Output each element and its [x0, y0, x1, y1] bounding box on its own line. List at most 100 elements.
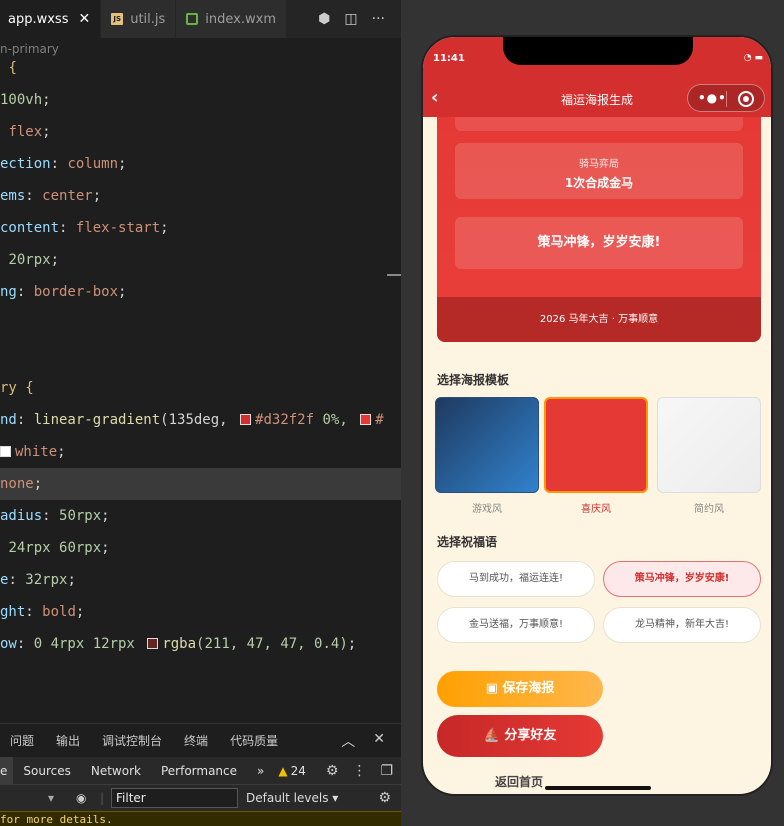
code-token: center	[42, 188, 93, 204]
code-token: (211, 47, 47, 0.4)	[196, 636, 348, 652]
blessing-option[interactable]: 金马送福，万事顺意!	[437, 607, 595, 643]
screen: app.wxss ✕ JS util.js index.wxm ⬢ ◫ ··· …	[0, 0, 784, 826]
tab-network[interactable]: Network	[81, 757, 151, 785]
tab-output[interactable]: 输出	[56, 732, 80, 749]
save-poster-button[interactable]: ▣ 保存海报	[437, 671, 603, 707]
code-line: 100vh;	[0, 92, 51, 108]
template-simple[interactable]	[657, 397, 761, 493]
code-token: none	[0, 476, 34, 492]
template-label: 游戏风	[472, 504, 502, 515]
poster-card-title: 1次合成金马	[564, 176, 634, 190]
chevron-up-icon[interactable]: ︿	[341, 731, 355, 751]
code-line: ow: 0 4rpx 12rpx rgba(211, 47, 47, 0.4);	[0, 636, 357, 652]
filter-input[interactable]: Filter	[111, 788, 238, 808]
color-swatch[interactable]	[147, 638, 159, 649]
poster-preview: 骑马弈局 1次合成金马 策马冲锋，岁岁安康! 2026 马年大吉 · 万事顺意	[437, 117, 761, 342]
gear-icon[interactable]: ⚙	[378, 790, 391, 806]
js-file-icon: JS	[111, 13, 124, 25]
share-icon: ⛵	[483, 728, 505, 743]
battery-icon: ◔ ▬	[743, 53, 763, 63]
close-icon[interactable]: ✕	[78, 11, 90, 27]
eye-icon[interactable]: ◉	[76, 791, 86, 805]
code-token: adius	[0, 508, 43, 524]
poster-card-partial	[455, 117, 743, 131]
code-token: #d32f2f	[255, 412, 315, 428]
simulator: 11:41 ◔ ▬ ‹ 福运海报生成 •●• 骑马弈局 1次合成金马 策马冲锋，…	[401, 0, 784, 826]
scrollbar-marker[interactable]	[387, 274, 401, 276]
editor-actions: ⬢ ◫ ···	[318, 0, 385, 38]
code-line: ght: bold;	[0, 604, 85, 620]
blessing-option[interactable]: 马到成功，福运连连!	[437, 561, 595, 597]
more-tabs-icon[interactable]: »	[247, 757, 274, 785]
console-warning-line: for more details.	[0, 811, 401, 826]
split-editor-icon[interactable]: ◫	[344, 11, 357, 27]
tab-problems[interactable]: 问题	[10, 732, 34, 749]
code-area[interactable]: { 100vh; flex; ection: column; ems: cent…	[0, 52, 401, 660]
code-line: adius: 50rpx;	[0, 508, 110, 524]
color-swatch[interactable]	[240, 414, 252, 425]
code-token: #	[375, 412, 384, 428]
notch	[503, 37, 693, 65]
wxml-file-icon	[186, 13, 199, 25]
tab-index-wxml[interactable]: index.wxm	[176, 0, 287, 38]
more-icon[interactable]: ···	[372, 11, 385, 27]
code-token: ems	[0, 188, 26, 204]
code-editor: app.wxss ✕ JS util.js index.wxm ⬢ ◫ ··· …	[0, 0, 401, 826]
status-bar: 11:41 ◔ ▬	[423, 37, 771, 81]
tab-label: util.js	[130, 11, 166, 27]
code-token: {	[8, 60, 17, 76]
poster-blessing-card: 策马冲锋，岁岁安康!	[455, 217, 743, 269]
blessing-option[interactable]: 龙马精神，新年大吉!	[603, 607, 761, 643]
tab-app-wxss[interactable]: app.wxss ✕	[0, 0, 102, 38]
template-festive[interactable]	[544, 397, 648, 493]
tab-sources[interactable]: Sources	[13, 757, 80, 785]
code-token: 0 4rpx 12rpx	[33, 636, 135, 652]
undock-icon[interactable]: ❐	[380, 763, 393, 779]
share-button[interactable]: ⛵ 分享好友	[437, 715, 603, 757]
panel-actions: ︿ ✕	[341, 731, 385, 751]
tab-util-js[interactable]: JS util.js	[101, 0, 177, 38]
code-token: rgba	[162, 636, 197, 652]
tab-performance[interactable]: Performance	[151, 757, 247, 785]
kebab-icon[interactable]: ⋮	[352, 763, 366, 779]
tab-console[interactable]: e	[0, 756, 14, 785]
tab-debug-console[interactable]: 调试控制台	[102, 732, 162, 749]
poster-footer: 2026 马年大吉 · 万事顺意	[437, 297, 761, 342]
blessing-section-title: 选择祝福语	[437, 535, 498, 549]
color-swatch[interactable]	[0, 446, 11, 457]
tab-terminal[interactable]: 终端	[184, 732, 208, 749]
divider	[726, 91, 727, 107]
template-game[interactable]	[435, 397, 539, 493]
log-levels-dropdown[interactable]: Default levels ▾	[246, 785, 338, 811]
close-icon[interactable]: ✕	[373, 731, 385, 751]
code-line: 24rpx 60rpx;	[8, 540, 110, 556]
code-token: flex	[8, 124, 43, 140]
close-miniprogram-icon[interactable]	[738, 91, 754, 107]
code-token: ry {	[0, 380, 34, 396]
preview-icon[interactable]: ⬢	[318, 11, 330, 27]
devtools-tabbar: e Sources Network Performance » ▲ 24 ⚙ ⋮…	[0, 756, 401, 785]
code-line: content: flex-start;	[0, 220, 169, 236]
code-token: 100vh	[0, 92, 43, 108]
code-line: 20rpx;	[8, 252, 60, 268]
template-label-selected: 喜庆风	[581, 504, 611, 515]
back-home-link[interactable]: 返回首页	[495, 773, 543, 790]
color-swatch[interactable]	[360, 414, 372, 425]
code-line: ection: column;	[0, 156, 127, 172]
code-token: content	[0, 220, 60, 236]
warning-icon[interactable]: ▲	[278, 764, 287, 778]
code-line: white;	[0, 436, 401, 468]
tab-label: index.wxm	[205, 11, 276, 27]
template-label: 简约风	[694, 504, 724, 515]
phone-frame: 11:41 ◔ ▬ ‹ 福运海报生成 •●• 骑马弈局 1次合成金马 策马冲锋，…	[421, 35, 773, 796]
menu-capsule: •●•	[687, 84, 765, 112]
more-dots-icon[interactable]: •●•	[698, 91, 727, 105]
code-line: ems: center;	[0, 188, 102, 204]
blessing-option-selected[interactable]: 策马冲锋，岁岁安康!	[603, 561, 761, 597]
code-token: white	[15, 444, 58, 460]
gear-icon[interactable]: ⚙	[326, 763, 339, 779]
divider: |	[100, 791, 105, 805]
chevron-down-icon[interactable]: ▾	[48, 791, 54, 805]
save-poster-label: 保存海报	[502, 681, 555, 696]
tab-code-quality[interactable]: 代码质量	[230, 732, 278, 749]
